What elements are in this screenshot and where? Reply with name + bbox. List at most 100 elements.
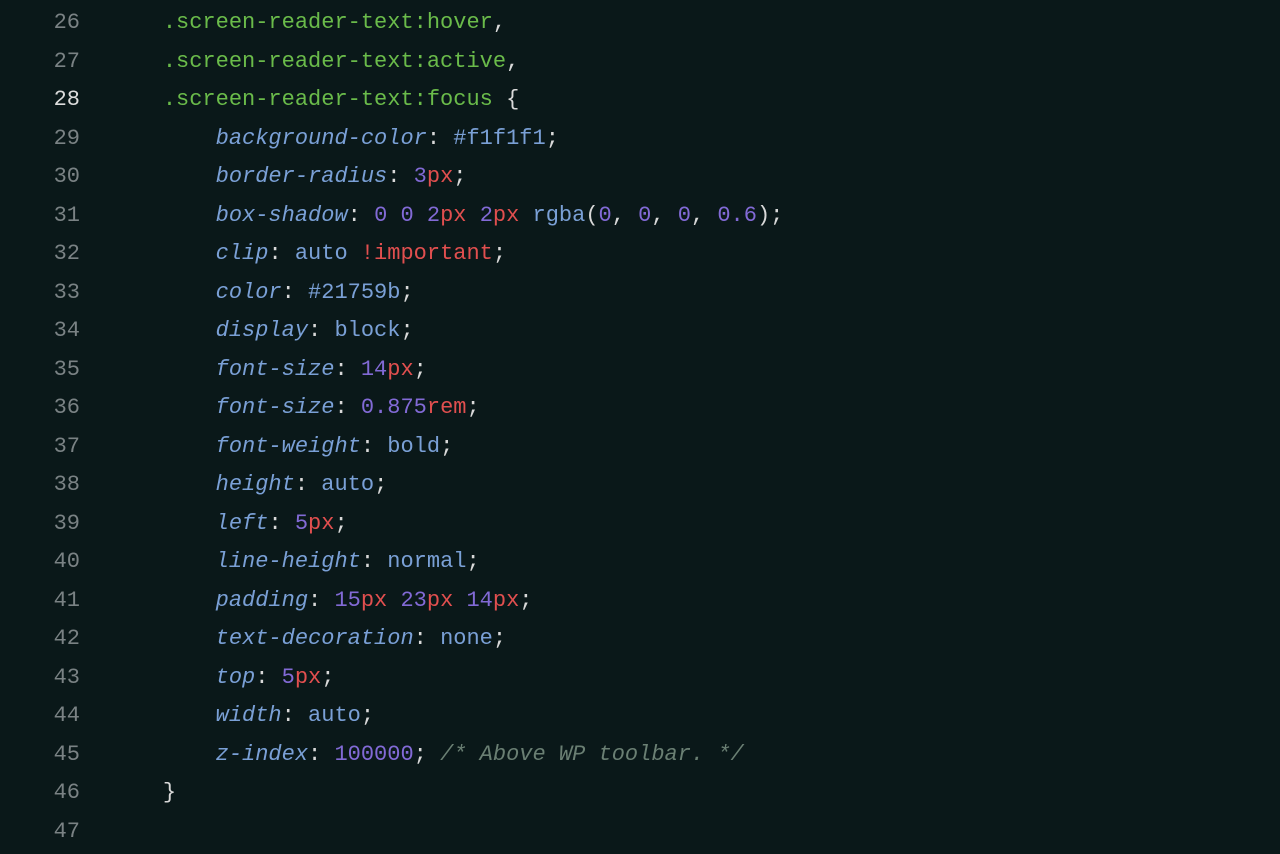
token-punct: : — [268, 511, 294, 536]
line-number-gutter: 2627282930313233343536373839404142434445… — [0, 4, 110, 851]
token-num: 5 — [282, 665, 295, 690]
token-punct: ; — [374, 472, 387, 497]
token-punct: : — [334, 395, 360, 420]
token-punct: : — [282, 703, 308, 728]
token-prop: text-decoration — [216, 626, 414, 651]
token-num: 0.6 — [717, 203, 757, 228]
code-line[interactable]: line-height: normal; — [110, 543, 783, 582]
code-line[interactable]: .screen-reader-text:focus { — [110, 81, 783, 120]
code-line[interactable]: box-shadow: 0 0 2px 2px rgba(0, 0, 0, 0.… — [110, 197, 783, 236]
token-punct: , — [506, 49, 519, 74]
code-line[interactable]: height: auto; — [110, 466, 783, 505]
token-sel: .screen-reader-text:hover — [163, 10, 493, 35]
token-imp: !important — [361, 241, 493, 266]
token-val: auto — [295, 241, 348, 266]
code-line[interactable]: .screen-reader-text:active, — [110, 43, 783, 82]
code-line[interactable]: clip: auto !important; — [110, 235, 783, 274]
token-punct: ; — [546, 126, 559, 151]
token-sel: .screen-reader-text:active — [163, 49, 506, 74]
token-punct: ; — [466, 549, 479, 574]
code-line[interactable]: font-size: 14px; — [110, 351, 783, 390]
code-line[interactable]: display: block; — [110, 312, 783, 351]
token-punct: : — [268, 241, 294, 266]
token-val: auto — [308, 703, 361, 728]
token-val: none — [440, 626, 493, 651]
token-punct: : — [308, 742, 334, 767]
token-prop: background-color — [216, 126, 427, 151]
code-line[interactable]: text-decoration: none; — [110, 620, 783, 659]
code-line[interactable]: font-size: 0.875rem; — [110, 389, 783, 428]
code-line[interactable]: width: auto; — [110, 697, 783, 736]
token-punct: : — [361, 549, 387, 574]
token-func: rgba — [533, 203, 586, 228]
token-punct: ; — [493, 626, 506, 651]
token-punct: ( — [585, 203, 598, 228]
token-unit: px — [387, 357, 413, 382]
token-unit: px — [361, 588, 387, 613]
line-number: 46 — [0, 774, 80, 813]
token-punct: : — [282, 280, 308, 305]
token-prop: width — [216, 703, 282, 728]
code-line[interactable]: font-weight: bold; — [110, 428, 783, 467]
token-punct: ; — [493, 241, 506, 266]
token-punct: , — [493, 10, 506, 35]
token-punct — [519, 203, 532, 228]
line-number: 28 — [0, 81, 80, 120]
token-prop: box-shadow — [216, 203, 348, 228]
token-num: 14 — [466, 588, 492, 613]
token-punct: ; — [453, 164, 466, 189]
line-number: 37 — [0, 428, 80, 467]
token-punct: ; — [466, 395, 479, 420]
token-punct — [387, 203, 400, 228]
token-punct — [453, 588, 466, 613]
token-num: 0 — [400, 203, 413, 228]
token-prop: display — [216, 318, 308, 343]
token-prop: z-index — [216, 742, 308, 767]
code-line[interactable]: } — [110, 774, 783, 813]
token-unit: px — [440, 203, 466, 228]
code-line[interactable]: .screen-reader-text:hover, — [110, 4, 783, 43]
code-line[interactable]: color: #21759b; — [110, 274, 783, 313]
token-prop: font-size — [216, 357, 335, 382]
token-unit: px — [493, 588, 519, 613]
token-num: 23 — [400, 588, 426, 613]
line-number: 38 — [0, 466, 80, 505]
line-number: 41 — [0, 582, 80, 621]
code-line[interactable]: left: 5px; — [110, 505, 783, 544]
token-num: 3 — [414, 164, 427, 189]
token-prop: font-weight — [216, 434, 361, 459]
token-punct: : — [255, 665, 281, 690]
token-prop: clip — [216, 241, 269, 266]
code-line[interactable]: padding: 15px 23px 14px; — [110, 582, 783, 621]
token-punct: ; — [361, 703, 374, 728]
code-editor[interactable]: 2627282930313233343536373839404142434445… — [0, 0, 1280, 851]
token-sel: .screen-reader-text:focus — [163, 87, 493, 112]
code-line[interactable]: z-index: 100000; /* Above WP toolbar. */ — [110, 736, 783, 775]
line-number: 47 — [0, 813, 80, 852]
token-punct — [427, 742, 440, 767]
token-unit: px — [308, 511, 334, 536]
token-punct: ; — [519, 588, 532, 613]
code-line[interactable]: background-color: #f1f1f1; — [110, 120, 783, 159]
token-num: 0.875 — [361, 395, 427, 420]
token-num: 5 — [295, 511, 308, 536]
token-val: block — [334, 318, 400, 343]
token-punct: , — [612, 203, 638, 228]
token-prop: top — [216, 665, 256, 690]
line-number: 44 — [0, 697, 80, 736]
token-punct: , — [691, 203, 717, 228]
code-line[interactable]: border-radius: 3px; — [110, 158, 783, 197]
token-punct: ; — [414, 357, 427, 382]
line-number: 39 — [0, 505, 80, 544]
code-area[interactable]: .screen-reader-text:hover, .screen-reade… — [110, 4, 783, 851]
token-punct: ; — [440, 434, 453, 459]
token-unit: px — [493, 203, 519, 228]
token-punct: ; — [334, 511, 347, 536]
code-line[interactable]: top: 5px; — [110, 659, 783, 698]
token-prop: padding — [216, 588, 308, 613]
code-line[interactable] — [110, 813, 783, 852]
token-prop: height — [216, 472, 295, 497]
token-punct — [414, 203, 427, 228]
token-hex: #f1f1f1 — [453, 126, 545, 151]
token-punct: ; — [414, 742, 427, 767]
